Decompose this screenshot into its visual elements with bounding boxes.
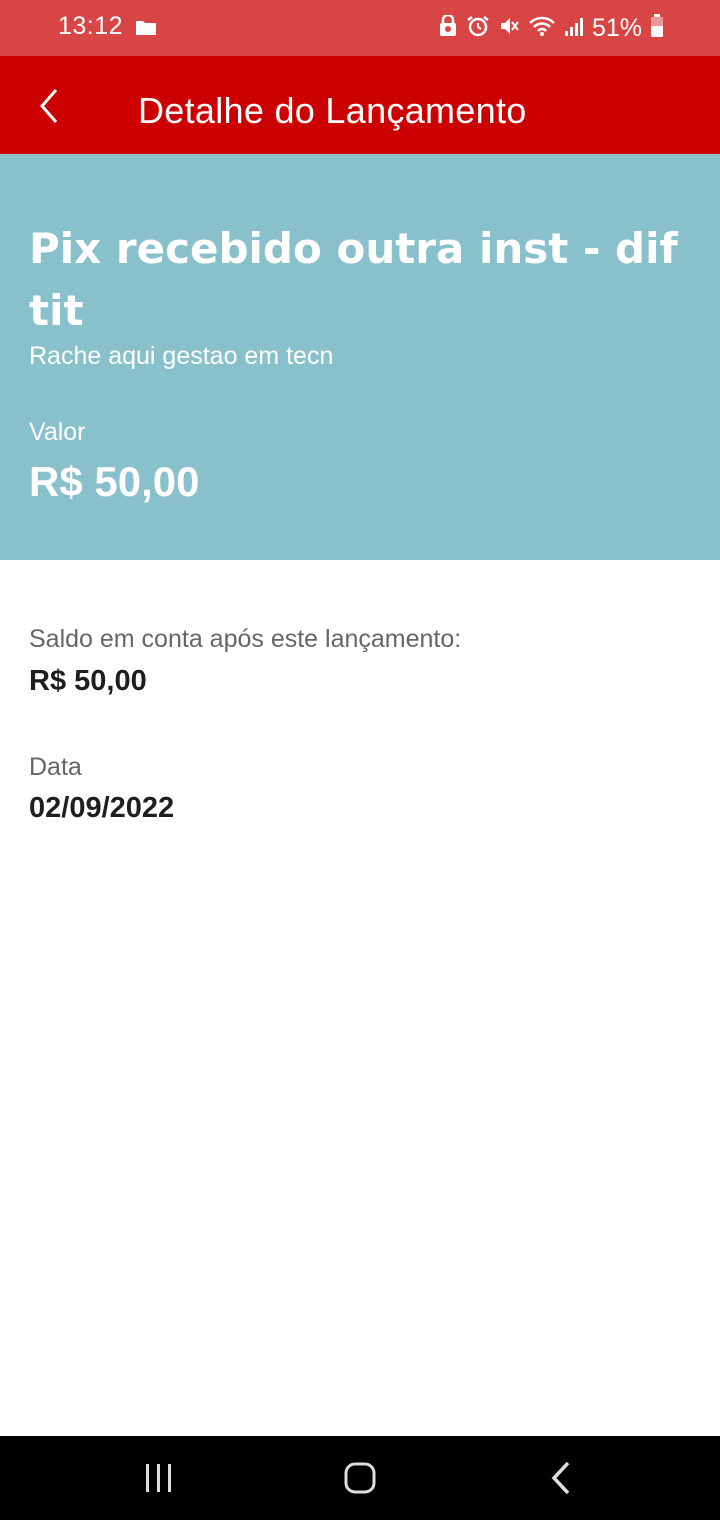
balance-value: R$ 50,00 — [29, 665, 147, 697]
signal-icon — [564, 15, 584, 42]
transaction-title: Pix recebido outra inst - dif tit — [29, 224, 678, 335]
alarm-icon — [466, 14, 490, 43]
date-value: 02/09/2022 — [29, 792, 175, 824]
recent-apps-icon[interactable] — [129, 1456, 189, 1500]
status-time: 13:12 — [58, 12, 124, 40]
wifi-icon — [528, 15, 556, 42]
mute-icon — [498, 15, 520, 42]
transaction-summary: Pix recebido outra inst - dif tit Rache … — [0, 154, 720, 560]
page-title: Detalhe do Lançamento — [138, 90, 527, 131]
folder-icon — [135, 18, 157, 41]
status-bar: 13:12 51% — [0, 0, 720, 56]
back-icon[interactable] — [532, 1456, 592, 1500]
value-label: Valor — [29, 418, 86, 446]
system-nav-bar — [0, 1436, 720, 1520]
battery-level: 51% — [591, 13, 642, 42]
home-icon[interactable] — [330, 1456, 390, 1500]
vpn-icon — [438, 13, 458, 42]
status-icons: 51% — [438, 12, 664, 44]
battery-icon — [650, 13, 664, 43]
balance-label: Saldo em conta após este lançamento: — [29, 625, 462, 653]
transaction-subtitle: Rache aqui gestao em tecn — [29, 342, 334, 370]
date-label: Data — [29, 753, 82, 781]
back-arrow-icon[interactable] — [34, 86, 64, 126]
app-bar: Detalhe do Lançamento — [0, 56, 720, 154]
transaction-value: R$ 50,00 — [29, 458, 200, 505]
